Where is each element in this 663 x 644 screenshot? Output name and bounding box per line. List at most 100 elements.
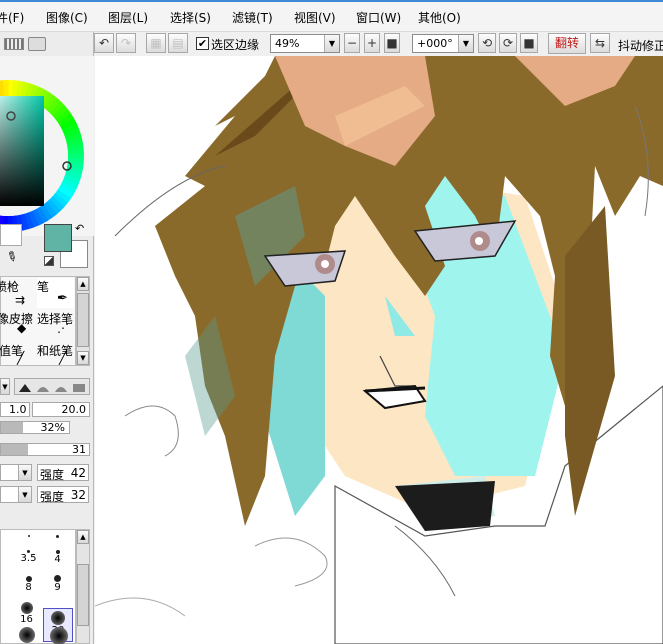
reset-colors-icon[interactable] — [44, 256, 54, 266]
min-size-slider[interactable]: 32% — [0, 421, 70, 434]
size-preset[interactable]: 9 — [45, 575, 70, 606]
size-grid-scrollbar[interactable]: ▲ — [76, 529, 90, 644]
value-pen-icon: ╱ — [17, 351, 25, 365]
scroll-down-icon[interactable]: ▼ — [77, 351, 89, 365]
rotate-reset-icon[interactable]: ■ — [520, 33, 538, 53]
tool-list-scrollbar[interactable]: ▲ ▼ — [76, 276, 90, 366]
tool-pen[interactable]: 笔 — [37, 278, 74, 308]
size-label: 16 — [20, 614, 33, 625]
selection-border-label: 选区边缘 — [211, 38, 260, 52]
palette-icon[interactable] — [28, 37, 46, 51]
menu-layer[interactable]: 图层(L) — [108, 9, 148, 26]
scroll-up-icon[interactable]: ▲ — [77, 277, 89, 291]
min-size-fill — [1, 422, 23, 433]
rotate-right-icon[interactable]: ⟳ — [499, 33, 517, 53]
texture-select[interactable]: ▼ — [0, 464, 32, 481]
invert-selection-icon[interactable]: ▤ — [168, 33, 188, 53]
chevron-down-icon: ▼ — [0, 379, 9, 394]
size-preset[interactable] — [46, 627, 71, 644]
density-fill — [1, 444, 29, 455]
toolbar: ↶ ↷ ▦ ▤ ✔ 选区边缘 49% ▼ − + ■ +000° ▼ ⟲ ⟳ ■… — [94, 32, 663, 56]
size-label: 8 — [25, 582, 32, 593]
chevron-down-icon: ▼ — [18, 487, 31, 502]
brush-size: 20.0 — [61, 403, 87, 416]
menu-image[interactable]: 图像(C) — [46, 9, 88, 26]
brush-texture-select[interactable]: ▼ — [0, 486, 32, 503]
density-value: 31 — [72, 443, 86, 456]
size-dot — [54, 575, 61, 582]
color-grid-icon[interactable] — [4, 38, 24, 50]
brush-size-grid: 3.5 4 8 9 16 20 — [0, 529, 76, 644]
size-preset[interactable]: 3.5 — [16, 550, 41, 578]
brush-size-field[interactable]: 20.0 — [32, 402, 90, 417]
color-wheel-icon[interactable] — [0, 56, 94, 236]
size-dot — [56, 535, 59, 538]
zoom-value: 49% — [275, 37, 300, 50]
brush-shapes-icon — [19, 384, 85, 392]
flip-icon[interactable]: ⇆ — [590, 33, 610, 53]
size-label: 3.5 — [20, 553, 37, 564]
size-dot — [51, 611, 65, 625]
rotation-select[interactable]: +000° ▼ — [412, 34, 474, 53]
strength-value: 42 — [70, 466, 86, 480]
density-slider[interactable]: 31 — [0, 443, 90, 456]
size-label: 4 — [54, 554, 61, 565]
flip-button[interactable]: 翻转 — [548, 33, 586, 54]
menu-file[interactable]: 文件(F) — [0, 9, 24, 26]
tool-label: 笔 — [37, 280, 50, 294]
window-accent-line — [0, 0, 663, 2]
eraser-icon: ◆ — [17, 321, 27, 335]
selection-border-checkbox[interactable]: ✔ — [196, 37, 209, 50]
scrollbar-thumb[interactable] — [77, 564, 89, 626]
brush-shape-selector[interactable] — [14, 378, 90, 395]
strength-label: 强度 — [40, 490, 65, 504]
undo-icon[interactable]: ↶ — [94, 33, 114, 53]
strength-label: 强度 — [40, 468, 65, 482]
rotation-value: +000° — [417, 37, 453, 50]
primary-color-swatch[interactable] — [44, 224, 72, 252]
menu-filter[interactable]: 滤镜(T) — [232, 9, 273, 26]
artwork — [95, 56, 663, 644]
menu-bar: 文件(F) 图像(C) 图层(L) 选择(S) 滤镜(T) 视图(V) 窗口(W… — [0, 0, 663, 32]
scrollbar-thumb[interactable] — [77, 293, 89, 347]
tool-panel: ↶ ✎ 喷枪 ⇉ 笔 ✒ 像皮擦 ◆ 选择笔 ⋰ 值笔 ╱ 和纸笔 ╱ ▲ ▼ — [0, 32, 94, 644]
strength-value: 32 — [70, 488, 86, 502]
size-dot — [18, 627, 35, 643]
zoom-reset-icon[interactable]: ■ — [384, 33, 400, 53]
zoom-select[interactable]: 49% ▼ — [270, 34, 340, 53]
strength-field-1[interactable]: 强度 42 — [37, 464, 89, 482]
menu-view[interactable]: 视图(V) — [294, 9, 336, 26]
size-multiplier-field[interactable]: 1.0 — [0, 402, 30, 417]
stabilizer-label: 抖动修正 — [618, 39, 663, 53]
airbrush-icon: ⇉ — [15, 293, 26, 307]
panel-tabs — [0, 34, 94, 54]
menu-window[interactable]: 窗口(W) — [356, 9, 401, 26]
scroll-up-icon[interactable]: ▲ — [77, 530, 89, 544]
redo-icon[interactable]: ↷ — [116, 33, 136, 53]
washi-pen-icon: ╱ — [59, 351, 67, 365]
tool-label: 和纸笔 — [37, 344, 74, 358]
chevron-down-icon: ▼ — [324, 35, 339, 52]
menu-other[interactable]: 其他(O) — [418, 9, 461, 26]
transparent-color-box[interactable] — [0, 224, 22, 246]
tool-label: 喷枪 — [0, 280, 20, 294]
rotate-left-icon[interactable]: ⟲ — [478, 33, 496, 53]
drawing-canvas[interactable] — [95, 56, 663, 644]
blend-mode-select[interactable]: ▼ — [0, 378, 10, 395]
eyedropper-icon[interactable]: ✎ — [3, 248, 20, 266]
size-multiplier: 1.0 — [9, 403, 27, 416]
select-pen-icon: ⋰ — [57, 321, 69, 335]
size-preset[interactable] — [14, 627, 39, 644]
zoom-in-icon[interactable]: + — [364, 33, 380, 53]
size-preset[interactable]: 4 — [45, 550, 70, 578]
chevron-down-icon: ▼ — [458, 35, 473, 52]
zoom-out-icon[interactable]: − — [344, 33, 360, 53]
strength-field-2[interactable]: 强度 32 — [37, 486, 89, 504]
swap-colors-icon[interactable]: ↶ — [75, 222, 84, 235]
menu-select[interactable]: 选择(S) — [170, 9, 211, 26]
size-label: 9 — [54, 582, 61, 593]
size-dot — [27, 535, 30, 537]
tool-washi-pen[interactable]: 和纸笔 — [37, 342, 73, 359]
brush-shape-row: ▼ — [0, 376, 94, 398]
deselect-icon[interactable]: ▦ — [146, 33, 166, 53]
